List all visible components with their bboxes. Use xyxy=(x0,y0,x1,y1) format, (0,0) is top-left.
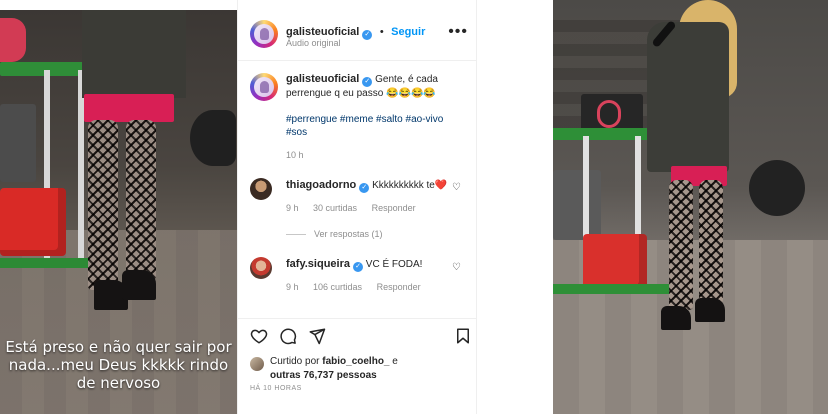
presenter-jacket xyxy=(82,10,186,98)
verified-badge-icon: ✓ xyxy=(362,77,373,87)
comment-username[interactable]: thiagoadorno xyxy=(286,179,356,191)
post-username[interactable]: galisteuoficial xyxy=(286,26,359,38)
instagram-post-panel: galisteuoficial ✓ • Seguir Áudio original… xyxy=(237,0,477,414)
verified-badge-icon: ✓ xyxy=(359,183,370,193)
post-actions-bar: Curtido por fabio_coelho_ e outras 76,73… xyxy=(238,318,476,414)
post-header: galisteuoficial ✓ • Seguir Áudio original… xyxy=(238,0,476,61)
comment-reply-button[interactable]: Responder xyxy=(377,282,421,292)
caption-username[interactable]: galisteuoficial xyxy=(286,73,359,85)
red-jerrycan xyxy=(583,234,647,290)
avatar[interactable] xyxy=(250,20,278,48)
comment-text: Kkkkkkkkkk te❤️ xyxy=(372,180,448,191)
comment-time: 9 h xyxy=(286,203,299,213)
caption-avatar[interactable] xyxy=(250,73,278,101)
audio-label[interactable]: Áudio original xyxy=(286,38,341,48)
comment-meta: 9 h 30 curtidas Responder xyxy=(286,203,428,213)
left-video-frame: Está preso e não quer sair por nada...me… xyxy=(0,0,237,414)
stage-spotlight xyxy=(190,110,236,166)
red-jerrycan xyxy=(0,188,66,256)
stage-logo xyxy=(597,100,621,128)
follow-button[interactable]: Seguir xyxy=(391,26,425,38)
comment-likes[interactable]: 30 curtidas xyxy=(313,203,357,213)
barrel xyxy=(553,170,601,240)
liked-by-avatar[interactable] xyxy=(250,357,264,371)
frame-border xyxy=(0,0,237,10)
comment-likes[interactable]: 106 curtidas xyxy=(313,282,362,292)
presenter-leg xyxy=(669,180,693,310)
share-icon[interactable] xyxy=(308,327,326,345)
comment-like-heart-icon[interactable]: ♡ xyxy=(452,183,462,193)
presenter-leg xyxy=(699,180,723,304)
view-replies-button[interactable]: Ver respostas (1) xyxy=(286,229,383,239)
liked-middle: e xyxy=(392,356,398,367)
cart-base xyxy=(553,284,673,294)
stage-logo xyxy=(0,18,26,62)
presenter-leg xyxy=(88,120,118,290)
video-caption: Está preso e não quer sair por nada...me… xyxy=(5,338,232,392)
presenter-shoe xyxy=(122,270,156,300)
comment-icon[interactable] xyxy=(279,327,297,345)
bookmark-icon[interactable] xyxy=(454,327,472,345)
liked-by-line: Curtido por fabio_coelho_ e outras 76,73… xyxy=(270,355,398,383)
like-heart-icon[interactable] xyxy=(250,327,268,345)
comment-reply-button[interactable]: Responder xyxy=(372,203,416,213)
post-time-ago[interactable]: HÁ 10 HORAS xyxy=(250,385,302,392)
comment-1: thiagoadorno ✓ Kkkkkkkkkk te❤️ xyxy=(286,178,456,193)
caption-block: galisteuoficial ✓ Gente, é cada perrengue… xyxy=(286,72,466,101)
comment-2: fafy.siqueira ✓ VC É FODA! xyxy=(286,257,456,272)
more-options-icon[interactable]: ••• xyxy=(448,24,468,40)
right-video-frame xyxy=(553,0,828,414)
verified-badge-icon: ✓ xyxy=(353,262,363,272)
liked-prefix: Curtido por xyxy=(270,356,320,367)
comment-like-heart-icon[interactable]: ♡ xyxy=(452,263,462,273)
cart-base xyxy=(0,258,96,268)
comment-text: VC É FODA! xyxy=(365,259,423,270)
comment-avatar[interactable] xyxy=(250,178,272,200)
comment-username[interactable]: fafy.siqueira xyxy=(286,258,350,270)
liked-user[interactable]: fabio_coelho_ xyxy=(322,356,389,367)
comment-meta: 9 h 106 curtidas Responder xyxy=(286,282,433,292)
presenter-shoe xyxy=(695,298,725,322)
caption-time: 10 h xyxy=(286,150,304,160)
comment-time: 9 h xyxy=(286,282,299,292)
comment-avatar[interactable] xyxy=(250,257,272,279)
caption-hashtags[interactable]: #perrengue #meme #salto #ao-vivo #sos xyxy=(286,113,456,139)
verified-badge-icon: ✓ xyxy=(362,30,373,40)
barrel xyxy=(0,104,36,182)
stage-spotlight xyxy=(749,160,805,216)
presenter-shoe xyxy=(661,306,691,330)
presenter-skirt xyxy=(84,94,174,122)
separator-dot: • xyxy=(379,26,384,38)
presenter-leg xyxy=(126,120,156,280)
liked-others[interactable]: outras 76,737 pessoas xyxy=(270,370,377,381)
